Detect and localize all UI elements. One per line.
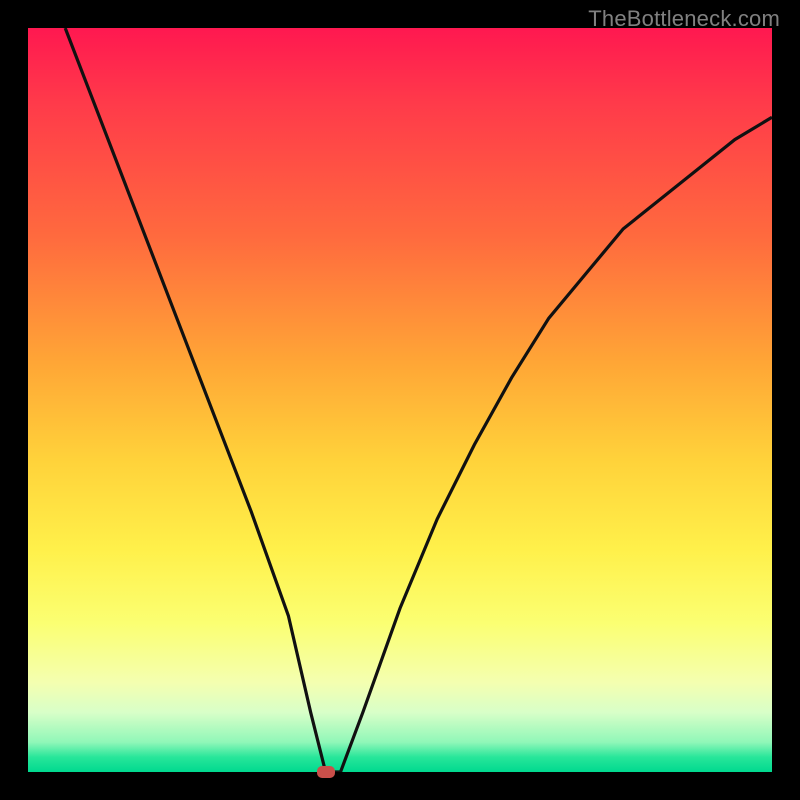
chart-frame: TheBottleneck.com: [0, 0, 800, 800]
min-marker: [317, 766, 335, 778]
watermark-text: TheBottleneck.com: [588, 6, 780, 32]
curve-svg: [28, 28, 772, 772]
bottleneck-curve: [65, 28, 772, 772]
plot-area: [28, 28, 772, 772]
